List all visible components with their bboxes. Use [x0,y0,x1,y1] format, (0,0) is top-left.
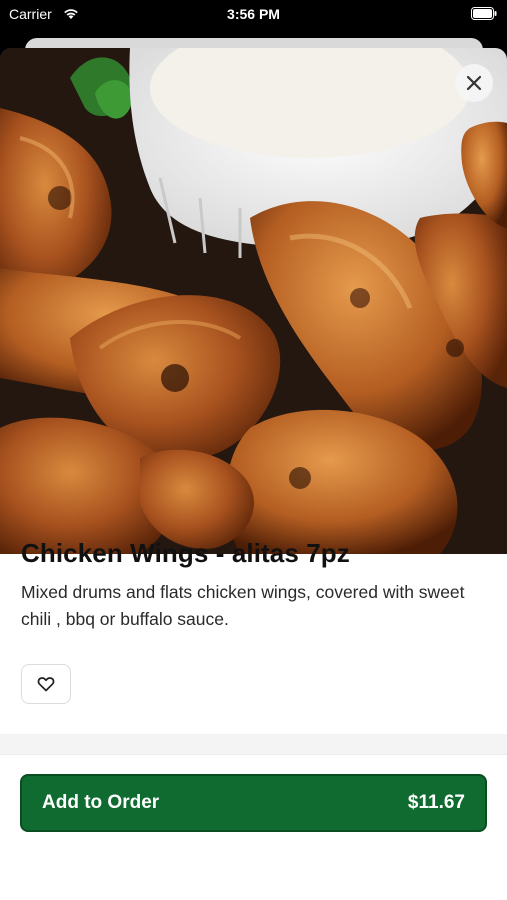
heart-icon [37,677,55,692]
favorite-button[interactable] [21,664,71,704]
chicken-wings-photo [0,48,507,554]
close-icon [466,75,482,91]
item-description: Mixed drums and flats chicken wings, cov… [21,582,465,629]
section-divider [0,734,507,754]
order-price: $11.67 [407,792,465,813]
footer-divider [0,754,507,755]
item-info: Chicken Wings - alitas 7pz Mixed drums a… [21,538,487,633]
add-to-order-button[interactable]: Add to Order $11.67 [20,774,487,832]
status-time: 3:56 PM [227,6,280,22]
battery-icon [471,7,497,20]
status-bar: Carrier 3:56 PM [0,0,507,30]
item-photo [0,48,507,554]
item-title: Chicken Wings - alitas 7pz [21,538,350,568]
add-to-order-label: Add to Order [42,792,160,813]
item-detail-sheet [0,48,507,900]
close-button[interactable] [455,64,493,102]
